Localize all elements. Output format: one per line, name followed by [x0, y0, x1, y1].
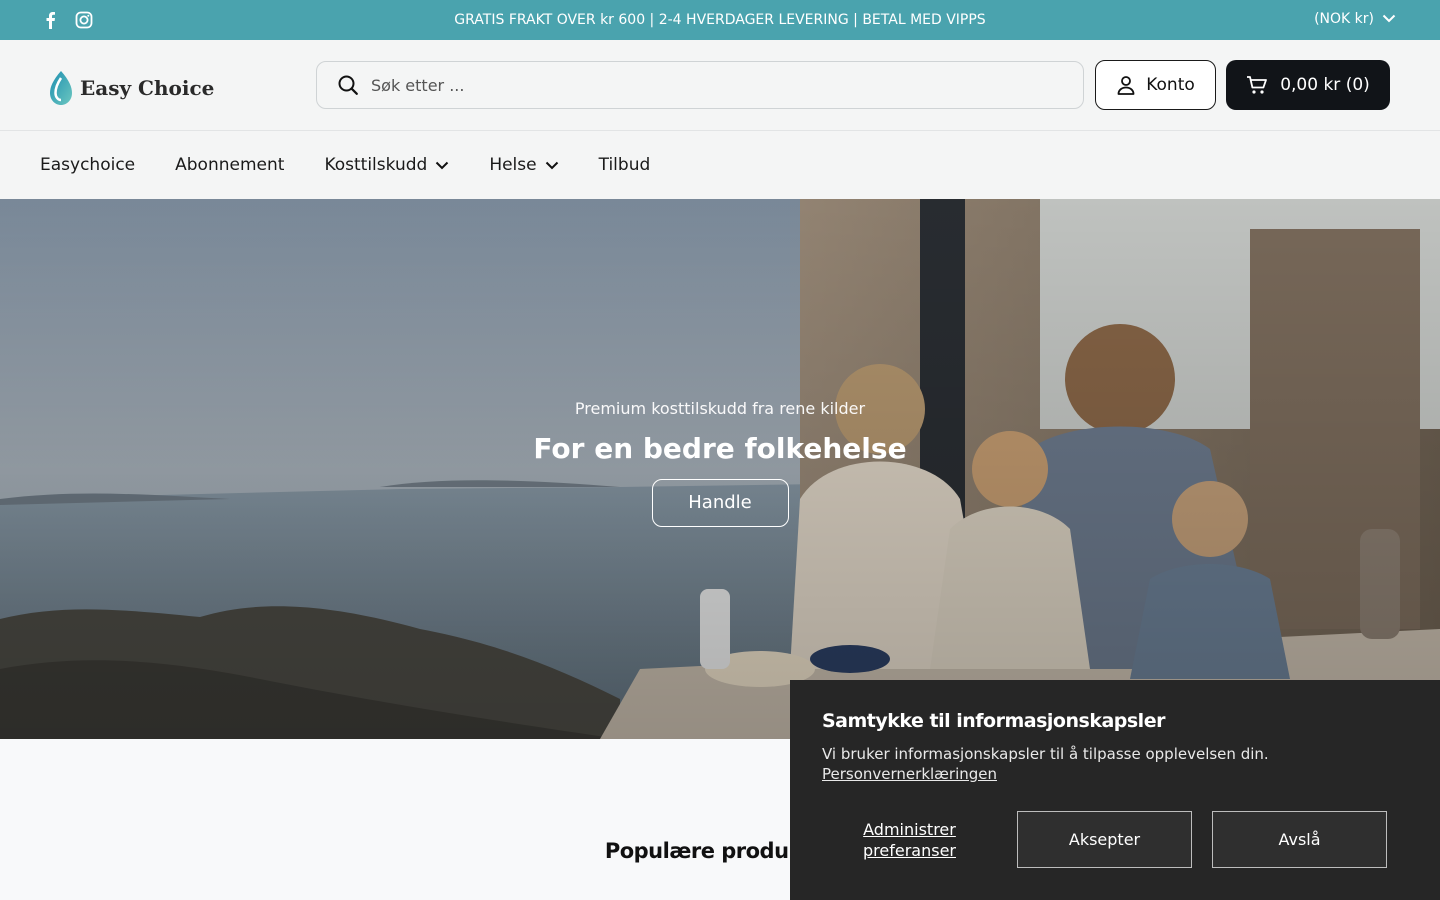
- cart-icon: [1247, 76, 1268, 94]
- privacy-policy-link[interactable]: Personvernerklæringen: [822, 765, 997, 783]
- nav-item-easychoice[interactable]: Easychoice: [40, 155, 135, 175]
- main-nav: Easychoice Abonnement Kosttilskudd Helse…: [0, 131, 1440, 199]
- nav-item-kosttilskudd[interactable]: Kosttilskudd: [324, 155, 449, 175]
- nav-item-tilbud[interactable]: Tilbud: [599, 155, 651, 175]
- cookie-actions: Administrer preferanser Aksepter Avslå: [822, 811, 1387, 868]
- decline-cookies-button[interactable]: Avslå: [1212, 811, 1387, 868]
- chevron-down-icon: [1382, 11, 1396, 27]
- cookie-text: Vi bruker informasjonskapsler til å tilp…: [822, 745, 1269, 763]
- hero-kicker: Premium kosttilskudd fra rene kilder: [574, 399, 866, 418]
- nav-item-label: Tilbud: [598, 155, 651, 175]
- hero-banner: Premium kosttilskudd fra rene kilder For…: [0, 199, 1440, 739]
- nav-item-helse[interactable]: Helse: [489, 155, 558, 175]
- logo[interactable]: Easy Choice: [48, 70, 214, 106]
- search-input[interactable]: [371, 75, 1011, 95]
- logo-text: Easy Choice: [80, 76, 215, 100]
- nav-item-label: Abonnement: [175, 155, 285, 175]
- accept-cookies-button[interactable]: Aksepter: [1017, 811, 1192, 868]
- user-icon: [1117, 76, 1135, 95]
- cookie-text-block: Vi bruker informasjonskapsler til å tilp…: [822, 744, 1408, 784]
- cookie-title: Samtykke til informasjonskapsler: [822, 710, 1165, 732]
- manage-preferences-link[interactable]: Administrer preferanser: [822, 819, 997, 861]
- currency-selector[interactable]: (NOK kr): [1314, 11, 1396, 27]
- search-icon: [338, 75, 358, 95]
- nav-item-label: Helse: [489, 155, 537, 175]
- search-bar[interactable]: [316, 61, 1084, 109]
- account-button[interactable]: Konto: [1095, 60, 1216, 110]
- cart-label: 0,00 kr (0): [1280, 75, 1370, 95]
- site-header: Easy Choice Konto 0,00 kr (0): [0, 40, 1440, 131]
- announcement-message: GRATIS FRAKT OVER kr 600 | 2-4 HVERDAGER…: [454, 12, 986, 28]
- chevron-down-icon: [545, 161, 558, 169]
- account-label: Konto: [1146, 75, 1195, 95]
- hero-content: Premium kosttilskudd fra rene kilder For…: [0, 399, 1440, 527]
- currency-label: (NOK kr): [1314, 11, 1374, 27]
- chevron-down-icon: [436, 161, 449, 169]
- nav-item-label: Easychoice: [40, 155, 136, 175]
- hero-cta-button[interactable]: Handle: [651, 479, 789, 527]
- cart-button[interactable]: 0,00 kr (0): [1226, 60, 1390, 110]
- nav-item-label: Kosttilskudd: [324, 155, 428, 175]
- hero-headline: For en bedre folkehelse: [533, 432, 907, 465]
- nav-item-abonnement[interactable]: Abonnement: [175, 155, 284, 175]
- logo-mark-icon: [50, 71, 72, 105]
- announcement-bar: GRATIS FRAKT OVER kr 600 | 2-4 HVERDAGER…: [0, 0, 1440, 40]
- cookie-consent-banner: Samtykke til informasjonskapsler Vi bruk…: [790, 680, 1440, 900]
